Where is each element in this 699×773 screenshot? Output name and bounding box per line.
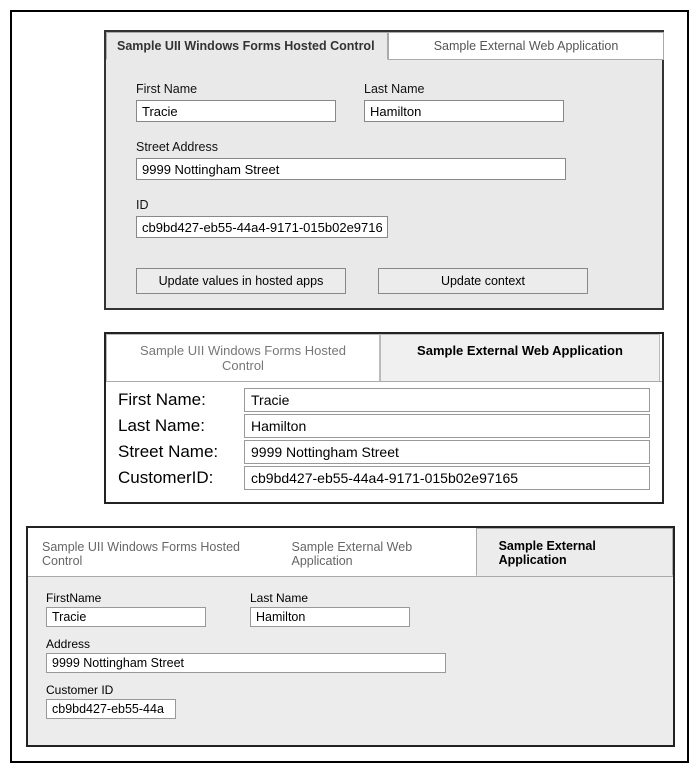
row-customer-id: CustomerID: xyxy=(118,466,650,490)
p3-customer-id-label: Customer ID xyxy=(46,683,655,697)
p3-customer-id-field: Customer ID xyxy=(46,683,655,719)
update-hosted-apps-button[interactable]: Update values in hosted apps xyxy=(136,268,346,294)
input-first-name[interactable] xyxy=(244,388,650,412)
tab-winforms-2[interactable]: Sample UII Windows Forms Hosted Control xyxy=(106,334,380,381)
first-name-input[interactable] xyxy=(136,100,336,122)
id-input[interactable] xyxy=(136,216,388,238)
tab-winforms-3[interactable]: Sample UII Windows Forms Hosted Control xyxy=(28,530,277,576)
panel1-tabstrip: Sample UII Windows Forms Hosted Control … xyxy=(106,32,662,60)
row-last-name: Last Name: xyxy=(118,414,650,438)
external-web-app-panel: Sample UII Windows Forms Hosted Control … xyxy=(104,332,664,504)
input-customer-id[interactable] xyxy=(244,466,650,490)
panel1-body: First Name Last Name Street Address ID U… xyxy=(106,60,662,308)
last-name-input[interactable] xyxy=(364,100,564,122)
street-address-field: Street Address xyxy=(136,140,632,180)
p3-address-field: Address xyxy=(46,637,655,673)
id-label: ID xyxy=(136,198,632,212)
label-first-name: First Name: xyxy=(118,388,244,412)
street-address-label: Street Address xyxy=(136,140,632,154)
input-street-name[interactable] xyxy=(244,440,650,464)
p3-first-name-field: FirstName xyxy=(46,591,206,627)
street-address-input[interactable] xyxy=(136,158,566,180)
p3-first-name-label: FirstName xyxy=(46,591,206,605)
p3-last-name-input[interactable] xyxy=(250,607,410,627)
p3-address-label: Address xyxy=(46,637,655,651)
external-application-panel: Sample UII Windows Forms Hosted Control … xyxy=(26,526,675,747)
tab-external-web-3[interactable]: Sample External Web Application xyxy=(277,530,475,576)
label-street-name: Street Name: xyxy=(118,440,244,464)
label-customer-id: CustomerID: xyxy=(118,466,244,490)
panel3-tabstrip: Sample UII Windows Forms Hosted Control … xyxy=(28,528,673,576)
first-name-label: First Name xyxy=(136,82,336,96)
tab-external-app-3[interactable]: Sample External Application xyxy=(476,528,673,576)
panel2-body: First Name: Last Name: Street Name: Cust… xyxy=(106,382,662,502)
tab-external-web-app[interactable]: Sample External Web Application xyxy=(388,32,664,60)
panel2-tabstrip: Sample UII Windows Forms Hosted Control … xyxy=(106,334,662,382)
row-first-name: First Name: xyxy=(118,388,650,412)
p3-address-input[interactable] xyxy=(46,653,446,673)
input-last-name[interactable] xyxy=(244,414,650,438)
tab-external-web-2[interactable]: Sample External Web Application xyxy=(380,334,660,381)
row-street-name: Street Name: xyxy=(118,440,650,464)
p3-customer-id-input[interactable] xyxy=(46,699,176,719)
outer-container: Sample UII Windows Forms Hosted Control … xyxy=(10,10,689,763)
last-name-field: Last Name xyxy=(364,82,564,122)
update-context-button[interactable]: Update context xyxy=(378,268,588,294)
tab-winforms-hosted[interactable]: Sample UII Windows Forms Hosted Control xyxy=(106,32,388,60)
p3-last-name-label: Last Name xyxy=(250,591,410,605)
p3-first-name-input[interactable] xyxy=(46,607,206,627)
label-last-name: Last Name: xyxy=(118,414,244,438)
panel3-body: FirstName Last Name Address Customer ID xyxy=(28,576,673,745)
p3-last-name-field: Last Name xyxy=(250,591,410,627)
id-field: ID xyxy=(136,198,632,238)
first-name-field: First Name xyxy=(136,82,336,122)
winforms-hosted-control-panel: Sample UII Windows Forms Hosted Control … xyxy=(104,30,664,310)
last-name-label: Last Name xyxy=(364,82,564,96)
